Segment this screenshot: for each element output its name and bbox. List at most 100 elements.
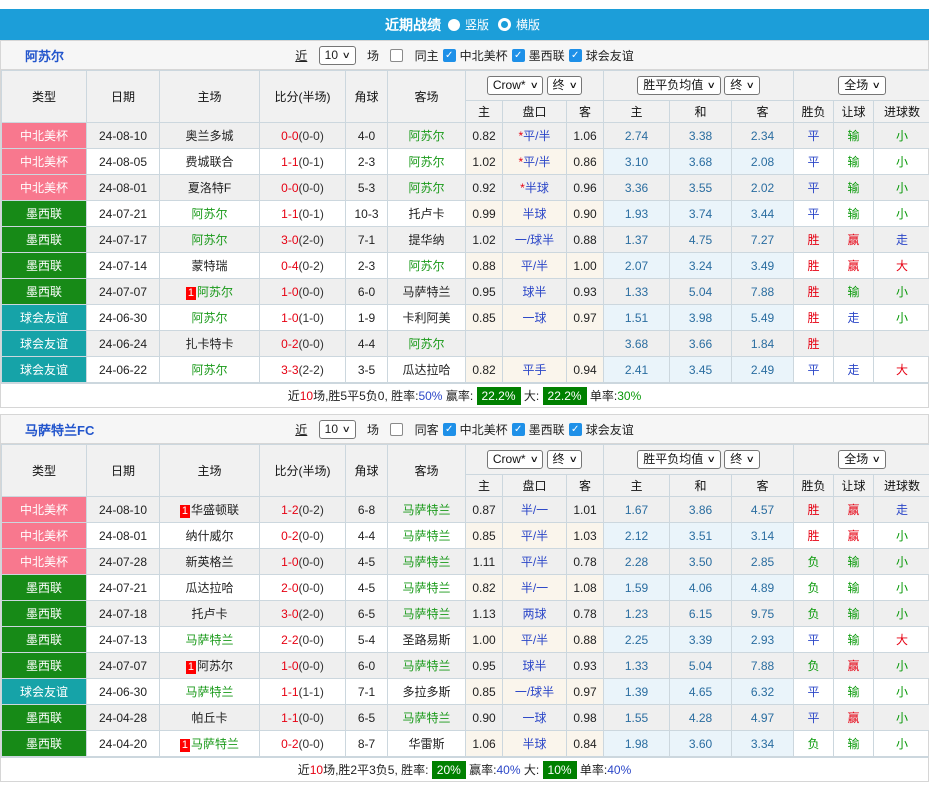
away-team-name[interactable]: 提华纳 (408, 233, 444, 247)
col-type: 类型 (2, 445, 87, 497)
away-team-name[interactable]: 托卢卡 (408, 207, 444, 221)
col-mean-home: 主 (604, 475, 670, 497)
league-checkbox[interactable] (569, 49, 582, 62)
home-team-name[interactable]: 华盛顿联 (191, 503, 239, 517)
wdl-result-cell: 平 (794, 357, 834, 383)
home-team-name[interactable]: 阿苏尔 (197, 659, 233, 673)
odds-final-select[interactable]: 终∨ (547, 76, 583, 95)
away-team-name[interactable]: 马萨特兰 (402, 529, 450, 543)
home-team-name[interactable]: 阿苏尔 (191, 311, 227, 325)
away-team-name[interactable]: 马萨特兰 (402, 659, 450, 673)
home-team-name[interactable]: 托卢卡 (191, 607, 227, 621)
same-venue-checkbox[interactable] (390, 49, 403, 62)
mean-final-select[interactable]: 终∨ (724, 450, 760, 469)
home-team-name[interactable]: 马萨特兰 (191, 737, 239, 751)
mean-away-cell: 1.84 (732, 331, 794, 357)
away-team-name[interactable]: 阿苏尔 (408, 337, 444, 351)
league-label[interactable]: 球会友谊 (586, 421, 634, 438)
match-count-select[interactable]: 10∨ (319, 420, 356, 439)
corner-cell: 2-3 (346, 149, 388, 175)
goals-result-cell (874, 331, 929, 357)
home-team-name[interactable]: 扎卡特卡 (185, 337, 233, 351)
score-cell: 2-0(0-0) (260, 575, 346, 601)
away-team-name[interactable]: 卡利阿美 (402, 311, 450, 325)
match-count-select[interactable]: 10∨ (319, 46, 356, 65)
same-venue-checkbox[interactable] (390, 423, 403, 436)
away-team-name[interactable]: 阿苏尔 (408, 181, 444, 195)
home-team-name[interactable]: 阿苏尔 (191, 207, 227, 221)
away-team-cell: 马萨特兰 (388, 497, 466, 523)
col-score: 比分(半场) (260, 445, 346, 497)
away-team-name[interactable]: 阿苏尔 (408, 259, 444, 273)
mean-away-cell: 4.97 (732, 705, 794, 731)
mean-select[interactable]: 胜平负均值∨ (637, 450, 721, 469)
odds-away-cell: 0.78 (567, 549, 604, 575)
league-checkbox[interactable] (512, 423, 525, 436)
away-team-name[interactable]: 阿苏尔 (408, 129, 444, 143)
corner-cell: 4-0 (346, 123, 388, 149)
league-checkbox[interactable] (443, 423, 456, 436)
away-team-cell: 马萨特兰 (388, 705, 466, 731)
layout-radio-label[interactable]: 竖版 (465, 16, 489, 33)
odds-home-cell: 0.82 (466, 123, 503, 149)
home-team-name[interactable]: 马萨特兰 (185, 633, 233, 647)
away-team-name[interactable]: 马萨特兰 (402, 503, 450, 517)
home-team-name[interactable]: 奥兰多城 (185, 129, 233, 143)
league-label[interactable]: 墨西联 (529, 421, 565, 438)
away-team-name[interactable]: 华雷斯 (408, 737, 444, 751)
league-checkbox[interactable] (569, 423, 582, 436)
league-checkbox[interactable] (512, 49, 525, 62)
match-row: 球会友谊 24-06-30 阿苏尔 1-0(1-0) 1-9 卡利阿美 0.85… (2, 305, 929, 331)
layout-radio-label[interactable]: 横版 (516, 16, 540, 33)
goals-result-cell: 走 (874, 227, 929, 253)
mean-draw-cell: 5.04 (670, 279, 732, 305)
mean-select[interactable]: 胜平负均值∨ (637, 76, 721, 95)
mean-final-select[interactable]: 终∨ (724, 76, 760, 95)
home-team-name[interactable]: 帕丘卡 (191, 711, 227, 725)
away-team-name[interactable]: 圣路易斯 (402, 633, 450, 647)
away-team-name[interactable]: 马萨特兰 (402, 711, 450, 725)
away-team-name[interactable]: 多拉多斯 (402, 685, 450, 699)
scope-select[interactable]: 全场∨ (838, 76, 886, 95)
odds-away-cell: 1.03 (567, 523, 604, 549)
scope-select[interactable]: 全场∨ (838, 450, 886, 469)
date-cell: 24-07-13 (87, 627, 160, 653)
layout-radio[interactable] (498, 18, 511, 31)
summary-part: 10% (543, 761, 577, 779)
league-label[interactable]: 球会友谊 (586, 47, 634, 64)
home-team-name[interactable]: 费城联合 (185, 155, 233, 169)
league-type-cell: 墨西联 (2, 279, 87, 305)
league-label[interactable]: 中北美杯 (460, 47, 508, 64)
mean-home-cell: 3.36 (604, 175, 670, 201)
home-team-name[interactable]: 纳什威尔 (185, 529, 233, 543)
league-type-cell: 墨西联 (2, 575, 87, 601)
away-team-name[interactable]: 马萨特兰 (402, 285, 450, 299)
odds-company-select[interactable]: Crow*∨ (487, 450, 543, 469)
away-team-name[interactable]: 阿苏尔 (408, 155, 444, 169)
home-team-name[interactable]: 新英格兰 (185, 555, 233, 569)
home-team-name[interactable]: 阿苏尔 (197, 285, 233, 299)
home-team-cell: 费城联合 (160, 149, 260, 175)
odds-final-select[interactable]: 终∨ (547, 450, 583, 469)
layout-radio[interactable] (448, 19, 460, 31)
league-label[interactable]: 墨西联 (529, 47, 565, 64)
near-link[interactable]: 近 (295, 47, 307, 64)
handicap-cell: 平/半 (503, 549, 567, 575)
away-team-name[interactable]: 马萨特兰 (402, 581, 450, 595)
matches-table: 类型 日期 主场 比分(半场) 角球 客场 Crow*∨ 终∨ 胜平负均值∨ 终… (1, 444, 929, 757)
home-team-name[interactable]: 瓜达拉哈 (185, 581, 233, 595)
home-team-name[interactable]: 蒙特瑞 (191, 259, 227, 273)
home-team-name[interactable]: 马萨特兰 (185, 685, 233, 699)
goals-result-cell: 小 (874, 705, 929, 731)
away-team-name[interactable]: 马萨特兰 (402, 607, 450, 621)
near-link[interactable]: 近 (295, 421, 307, 438)
league-checkbox[interactable] (443, 49, 456, 62)
league-label[interactable]: 中北美杯 (460, 421, 508, 438)
away-team-name[interactable]: 马萨特兰 (402, 555, 450, 569)
away-team-name[interactable]: 瓜达拉哈 (402, 363, 450, 377)
home-team-name[interactable]: 夏洛特F (188, 181, 231, 195)
odds-company-select[interactable]: Crow*∨ (487, 76, 543, 95)
home-team-name[interactable]: 阿苏尔 (191, 363, 227, 377)
away-team-cell: 阿苏尔 (388, 253, 466, 279)
home-team-name[interactable]: 阿苏尔 (191, 233, 227, 247)
